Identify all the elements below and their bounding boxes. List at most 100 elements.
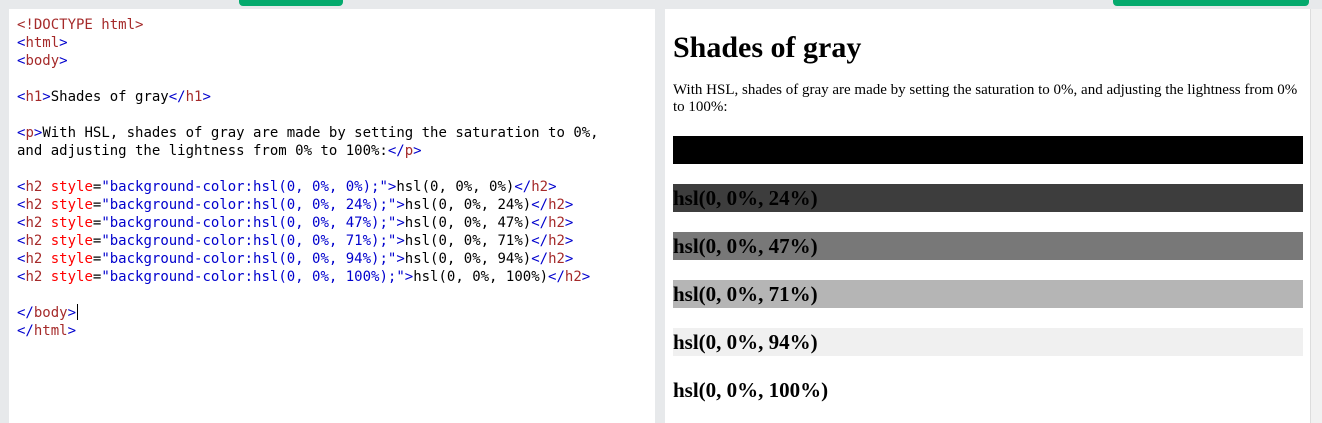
code-token: > <box>396 197 405 213</box>
code-line[interactable] <box>17 160 599 178</box>
code-token: style <box>42 251 93 267</box>
code-line[interactable]: </html> <box>17 322 599 340</box>
code-token: </ <box>387 143 405 159</box>
code-token: "background-color:hsl(0, 0%, 24%);" <box>101 197 397 213</box>
text-cursor <box>77 304 79 320</box>
code-line[interactable]: <h2 style="background-color:hsl(0, 0%, 2… <box>17 196 599 214</box>
code-token: </ <box>531 197 549 213</box>
code-token: "background-color:hsl(0, 0%, 47%);" <box>101 215 397 231</box>
code-editor[interactable]: <!DOCTYPE html> <html> <body> <h1>Shades o… <box>9 9 655 423</box>
code-token: <!DOCTYPE html> <box>17 17 144 33</box>
code-token: > <box>413 143 422 159</box>
code-token: h1 <box>185 89 203 105</box>
code-line[interactable]: <!DOCTYPE html> <box>17 16 599 34</box>
tryit-editor: <!DOCTYPE html> <html> <body> <h1>Shades o… <box>0 0 1322 423</box>
code-token: > <box>67 305 77 321</box>
code-token: hsl(0, 0%, 24%) <box>404 197 532 213</box>
code-token: With HSL, shades of gray are made by set… <box>42 125 599 141</box>
shade-heading: hsl(0, 0%, 94%) <box>673 328 1303 356</box>
code-token: body <box>25 53 60 69</box>
code-token: Shades of gray <box>50 89 169 105</box>
code-token: h2 <box>548 251 565 267</box>
code-line[interactable] <box>17 106 599 124</box>
code-token: p <box>25 125 34 141</box>
code-token: > <box>42 89 51 105</box>
code-token: html <box>33 323 68 339</box>
code-token: hsl(0, 0%, 0%) <box>396 179 515 195</box>
code-token: h2 <box>548 197 565 213</box>
shade-heading: hsl(0, 0%, 71%) <box>673 280 1303 308</box>
code-token: h2 <box>25 269 43 285</box>
run-button[interactable] <box>239 0 343 6</box>
code-line[interactable]: <body> <box>17 52 599 70</box>
code-token: > <box>548 179 557 195</box>
code-token: > <box>564 197 574 213</box>
code-token: </ <box>17 323 34 339</box>
code-token: h2 <box>25 233 43 249</box>
code-token: hsl(0, 0%, 100%) <box>413 269 549 285</box>
code-token: > <box>396 233 405 249</box>
code-line[interactable] <box>17 286 599 304</box>
code-line[interactable]: <h2 style="background-color:hsl(0, 0%, 7… <box>17 232 599 250</box>
code-line[interactable]: and adjusting the lightness from 0% to 1… <box>17 142 599 160</box>
code-token: body <box>33 305 68 321</box>
result-scrollbar[interactable] <box>1310 9 1322 423</box>
code-token: style <box>42 197 93 213</box>
result-heading: Shades of gray <box>673 31 862 64</box>
code-token: > <box>404 269 414 285</box>
code-token: </ <box>531 251 549 267</box>
code-token: hsl(0, 0%, 94%) <box>404 251 532 267</box>
shades-list: hsl(0, 0%, 0%) hsl(0, 0%, 24%) hsl(0, 0%, … <box>673 136 1303 404</box>
code-line[interactable]: <h2 style="background-color:hsl(0, 0%, 9… <box>17 250 599 268</box>
result-paragraph: With HSL, shades of gray are made by set… <box>673 82 1298 115</box>
code-token: hsl(0, 0%, 47%) <box>404 215 532 231</box>
code-token: > <box>396 251 405 267</box>
code-line[interactable]: <h2 style="background-color:hsl(0, 0%, 0… <box>17 178 599 196</box>
code-token: </ <box>531 215 549 231</box>
code-token: style <box>42 269 93 285</box>
code-line[interactable]: <p>With HSL, shades of gray are made by … <box>17 124 599 142</box>
code-token: h2 <box>548 215 565 231</box>
code-token: h1 <box>25 89 43 105</box>
code-token: "background-color:hsl(0, 0%, 0%);" <box>101 179 388 195</box>
code-token: h2 <box>564 269 582 285</box>
code-line[interactable]: <h2 style="background-color:hsl(0, 0%, 4… <box>17 214 599 232</box>
code-line[interactable] <box>17 70 599 88</box>
code-token: h2 <box>25 179 43 195</box>
shade-heading: hsl(0, 0%, 0%) <box>673 136 1303 164</box>
code-token: > <box>564 233 574 249</box>
code-token: > <box>67 323 77 339</box>
code-token: html <box>25 35 60 51</box>
code-token: > <box>59 53 68 69</box>
code-token: </ <box>168 89 186 105</box>
code-token: h2 <box>25 197 43 213</box>
result-frame: Shades of gray With HSL, shades of gray … <box>665 9 1310 423</box>
code-token: > <box>581 269 591 285</box>
code-token: and adjusting the lightness from 0% to 1… <box>17 143 388 159</box>
code-token: > <box>59 35 68 51</box>
code-token: style <box>42 179 93 195</box>
code-token: </ <box>514 179 532 195</box>
get-website-button[interactable] <box>1113 0 1309 6</box>
shade-heading: hsl(0, 0%, 24%) <box>673 184 1303 212</box>
code-line[interactable]: <h2 style="background-color:hsl(0, 0%, 1… <box>17 268 599 286</box>
code-token: > <box>564 215 574 231</box>
code-token: > <box>564 251 574 267</box>
shade-heading: hsl(0, 0%, 47%) <box>673 232 1303 260</box>
code-token: h2 <box>548 233 565 249</box>
code-token: </ <box>531 233 549 249</box>
code-token: "background-color:hsl(0, 0%, 94%);" <box>101 251 397 267</box>
code-token: </ <box>548 269 565 285</box>
code-token: "background-color:hsl(0, 0%, 71%);" <box>101 233 397 249</box>
shade-heading: hsl(0, 0%, 100%) <box>673 376 1303 404</box>
code-line[interactable]: </body> <box>17 304 599 322</box>
code-token: > <box>396 215 405 231</box>
code-text[interactable]: <!DOCTYPE html> <html> <body> <h1>Shades o… <box>17 16 599 340</box>
code-token: style <box>42 233 93 249</box>
code-token: </ <box>17 305 34 321</box>
code-line[interactable]: <h1>Shades of gray</h1> <box>17 88 599 106</box>
code-token: h2 <box>531 179 549 195</box>
code-token: "background-color:hsl(0, 0%, 100%);" <box>101 269 405 285</box>
code-line[interactable]: <html> <box>17 34 599 52</box>
code-token: hsl(0, 0%, 71%) <box>404 233 532 249</box>
